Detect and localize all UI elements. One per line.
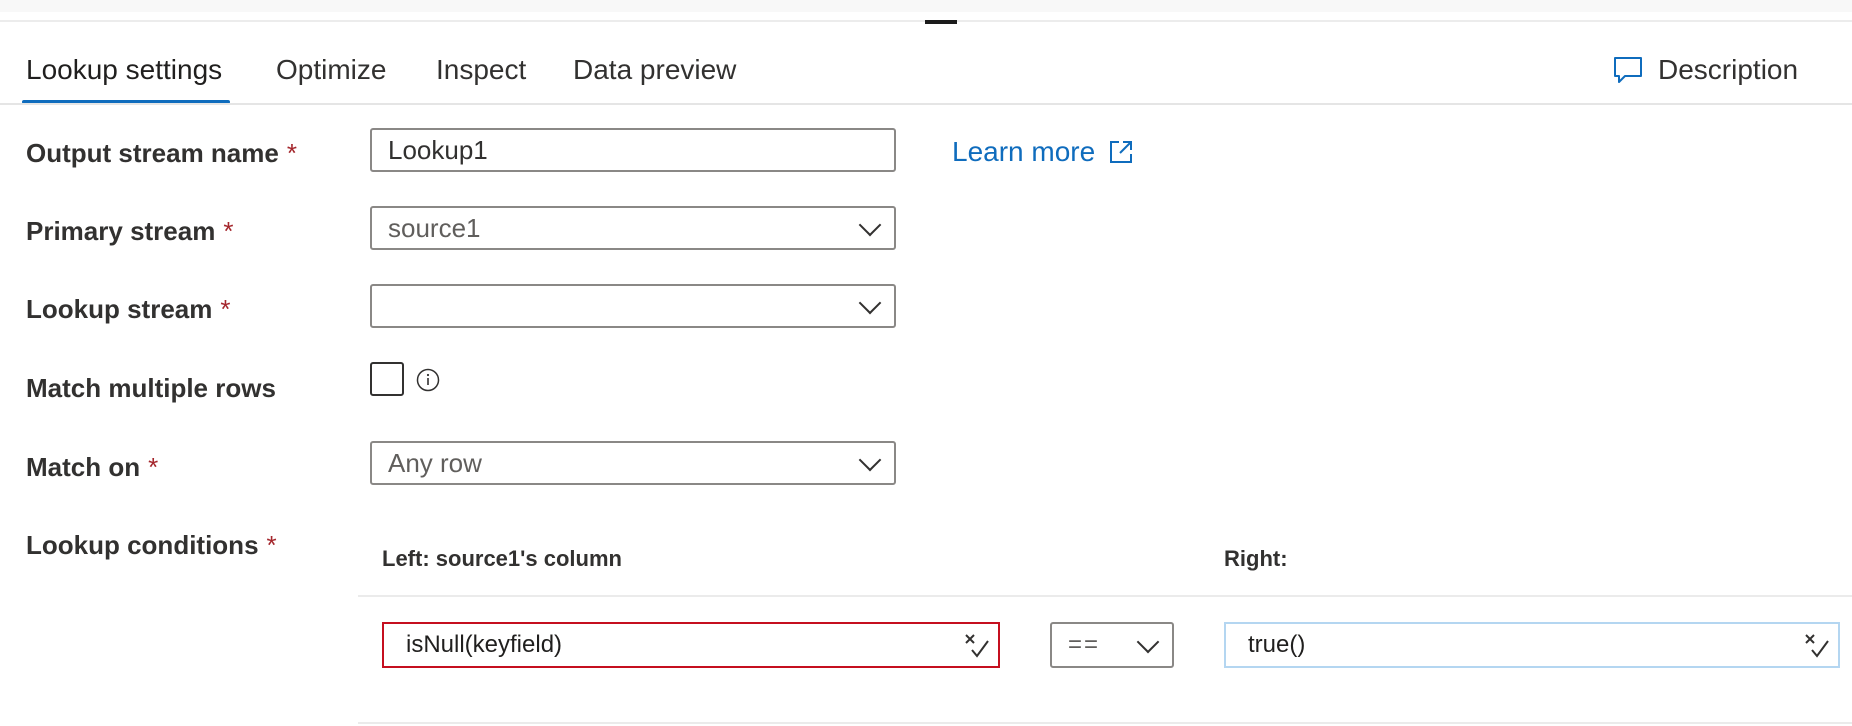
lookup-stream-dropdown[interactable]	[370, 284, 896, 328]
left-column-header: Left: source1's column	[382, 546, 622, 571]
required-marker: *	[220, 294, 231, 324]
right-expression-input[interactable]: true()	[1224, 622, 1840, 668]
match-on-label: Match on *	[26, 452, 159, 482]
top-strip	[0, 0, 1852, 12]
chevron-down-icon	[858, 291, 882, 315]
expression-builder-icon[interactable]	[1802, 632, 1830, 660]
lookup-stream-label: Lookup stream *	[26, 294, 231, 324]
match-multiple-rows-checkbox[interactable]	[370, 362, 404, 396]
match-on-value: Any row	[388, 447, 482, 478]
tabs-divider	[0, 103, 1852, 105]
lookup-conditions-label: Lookup conditions *	[26, 530, 277, 560]
primary-stream-value: source1	[388, 212, 481, 243]
resize-handle[interactable]	[925, 20, 957, 24]
tab-data-preview[interactable]: Data preview	[573, 44, 736, 96]
left-expression-input[interactable]: isNull(keyfield)	[382, 622, 1000, 668]
tab-inspect[interactable]: Inspect	[436, 44, 526, 96]
operator-value: ==	[1068, 631, 1101, 658]
info-icon[interactable]	[416, 368, 440, 392]
chevron-down-icon	[858, 213, 882, 237]
chevron-down-icon	[858, 448, 882, 472]
output-stream-name-label: Output stream name *	[26, 138, 297, 168]
tab-lookup-settings[interactable]: Lookup settings	[26, 44, 222, 96]
description-label: Description	[1658, 54, 1799, 85]
right-expression-value: true()	[1248, 631, 1306, 658]
match-on-dropdown[interactable]: Any row	[370, 441, 896, 485]
conditions-header-divider	[358, 595, 1852, 597]
output-stream-name-value: Lookup1	[388, 134, 488, 165]
left-expression-value: isNull(keyfield)	[406, 631, 563, 658]
right-column-header: Right:	[1224, 546, 1288, 571]
tab-optimize[interactable]: Optimize	[276, 44, 386, 96]
operator-dropdown[interactable]: ==	[1050, 622, 1174, 668]
comment-icon	[1614, 57, 1642, 83]
required-marker: *	[286, 138, 297, 168]
learn-more-link[interactable]: Learn more	[952, 136, 1135, 168]
description-button[interactable]: Description	[1612, 50, 1798, 90]
open-external-icon	[1110, 141, 1133, 163]
output-stream-name-input[interactable]: Lookup1	[370, 128, 896, 172]
primary-stream-label: Primary stream *	[26, 216, 234, 246]
expression-builder-icon[interactable]	[962, 632, 990, 660]
conditions-row-divider	[358, 722, 1852, 724]
required-marker: *	[148, 452, 159, 482]
required-marker: *	[223, 216, 234, 246]
primary-stream-dropdown[interactable]: source1	[370, 206, 896, 250]
learn-more-label: Learn more	[952, 136, 1096, 167]
required-marker: *	[266, 530, 277, 560]
chevron-down-icon	[1136, 630, 1160, 654]
match-multiple-rows-label: Match multiple rows	[26, 373, 276, 403]
